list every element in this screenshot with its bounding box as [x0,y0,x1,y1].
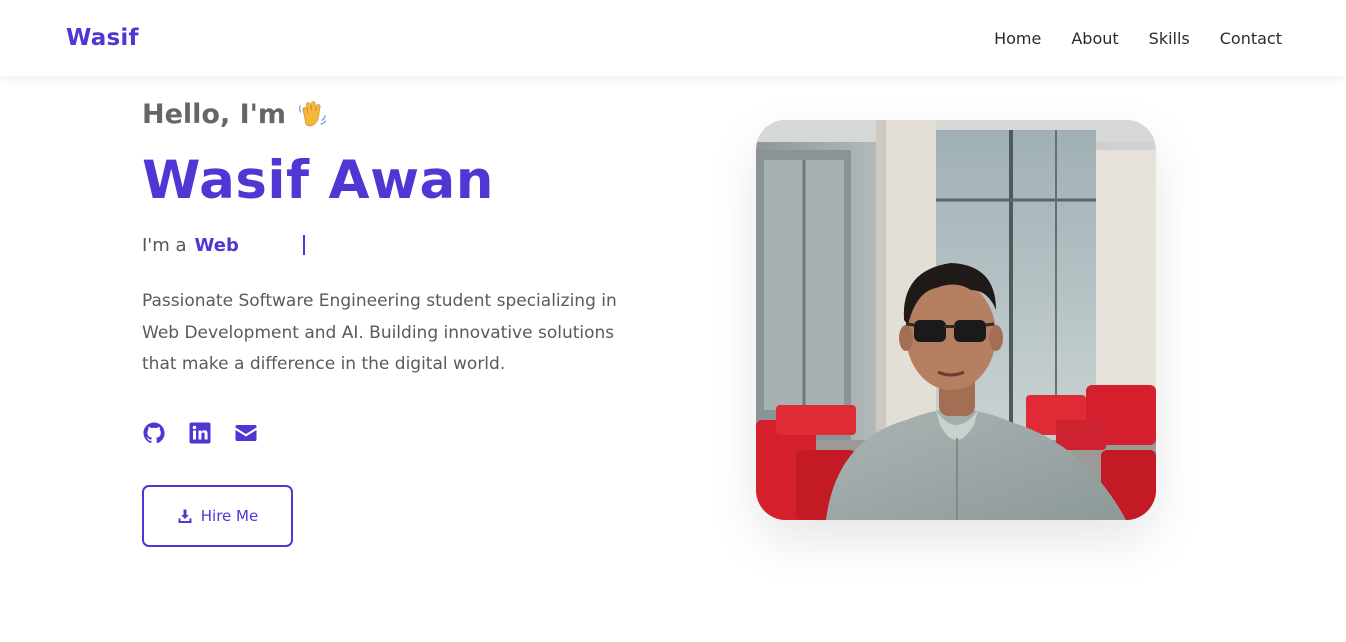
nav-link-home[interactable]: Home [994,29,1041,48]
site-logo[interactable]: Wasif [66,25,139,51]
hero-intro: Hello, I'm Wasif Awan I'm a Web Passiona… [142,92,662,547]
social-links [142,421,662,445]
navbar: Wasif Home About Skills Contact [0,0,1346,76]
role-typed-word: Web [194,234,239,256]
email-icon[interactable] [234,421,258,445]
profile-photo [756,120,1156,520]
download-icon [178,509,192,523]
hire-me-label: Hire Me [200,506,259,525]
nav-link-contact[interactable]: Contact [1220,29,1282,48]
nav-link-skills[interactable]: Skills [1149,29,1190,48]
role-line: I'm a Web [142,230,662,260]
nav-links: Home About Skills Contact [994,29,1282,48]
hero-description: Passionate Software Engineering student … [142,291,617,374]
hire-me-button[interactable]: Hire Me [142,484,293,547]
profile-photo-image [756,120,1156,520]
role-prefix: I'm a [142,234,187,256]
greeting-line: Hello, I'm [142,92,662,136]
typing-cursor [302,235,305,255]
linkedin-icon[interactable] [188,421,212,445]
greeting-text: Hello, I'm [142,98,287,130]
nav-link-about[interactable]: About [1071,29,1118,48]
hero-name: Wasif Awan [142,150,495,211]
waving-hand-icon [298,101,327,127]
github-icon[interactable] [142,421,166,445]
